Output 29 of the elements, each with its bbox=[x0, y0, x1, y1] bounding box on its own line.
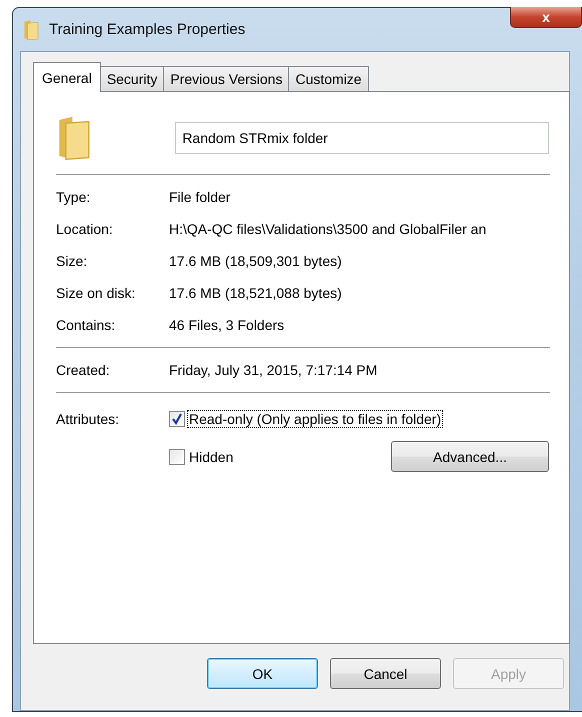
tab[interactable]: Security bbox=[100, 66, 164, 91]
checkbox-label[interactable]: Read-only (Only applies to files in folder) bbox=[188, 411, 442, 427]
property-label: Contains: bbox=[56, 317, 116, 333]
tab[interactable]: General bbox=[33, 62, 101, 92]
advanced-button[interactable]: Advanced... bbox=[391, 441, 549, 472]
property-label: Type: bbox=[56, 189, 92, 205]
property-value: H:\QA-QC files\Validations\3500 and GlobalFiler an bbox=[169, 221, 488, 237]
window-title: Training Examples Properties bbox=[49, 21, 246, 38]
dialog-button[interactable]: Cancel bbox=[330, 658, 441, 689]
name-field[interactable]: Random STRmix folder bbox=[175, 122, 549, 154]
property-value: 17.6 MB (18,521,088 bytes) bbox=[169, 285, 343, 301]
checkbox[interactable] bbox=[169, 448, 185, 464]
property-value: 17.6 MB (18,509,301 bytes) bbox=[169, 253, 343, 269]
property-value: File folder bbox=[169, 189, 232, 205]
property-label: Created: bbox=[56, 362, 111, 378]
attributes-label: Attributes: bbox=[56, 411, 120, 429]
dialog-button[interactable]: OK bbox=[207, 658, 318, 689]
property-label: Location: bbox=[56, 221, 114, 237]
property-label: Size: bbox=[56, 253, 88, 269]
folder-icon bbox=[23, 18, 41, 40]
checkbox[interactable] bbox=[169, 411, 185, 427]
tab[interactable]: Previous Versions bbox=[163, 66, 290, 91]
checkbox-label[interactable]: Hidden bbox=[188, 448, 234, 464]
checkmark-icon bbox=[171, 413, 183, 425]
tab[interactable]: Customize bbox=[288, 66, 369, 91]
property-value: 46 Files, 3 Folders bbox=[169, 317, 286, 333]
close-button[interactable]: x bbox=[510, 7, 582, 28]
property-value: Friday, July 31, 2015, 7:17:14 PM bbox=[169, 362, 378, 378]
property-label: Size on disk: bbox=[56, 285, 136, 301]
